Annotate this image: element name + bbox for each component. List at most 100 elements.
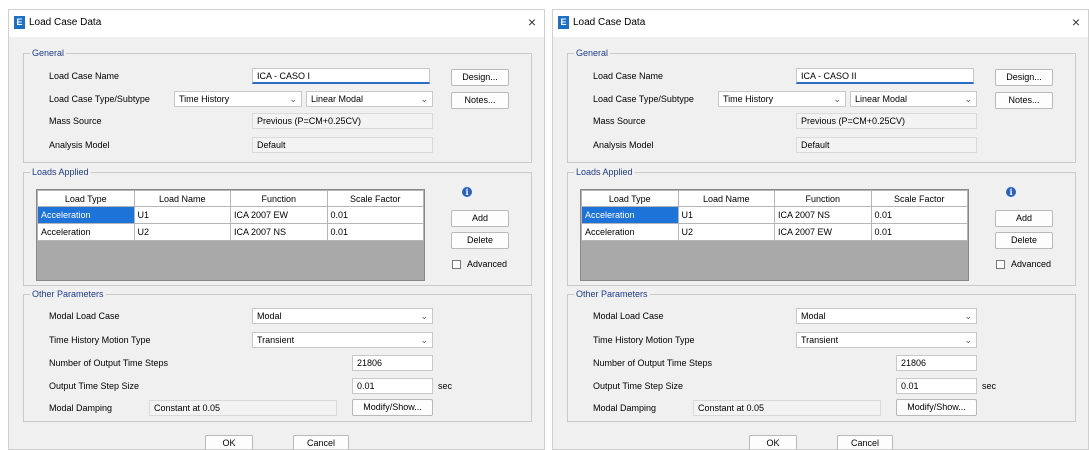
table-cell[interactable]: 0.01	[326, 223, 424, 241]
load-case-subtype-value: Linear Modal	[311, 94, 364, 104]
info-icon[interactable]: i	[462, 187, 472, 197]
load-case-type-select[interactable]: Time History ⌄	[718, 91, 846, 107]
close-icon[interactable]: ×	[1072, 14, 1080, 30]
modal-load-case-select[interactable]: Modal ⌄	[796, 308, 977, 324]
design-button[interactable]: Design...	[451, 69, 509, 86]
advanced-checkbox[interactable]	[452, 260, 461, 269]
other-parameters-group-title: Other Parameters	[574, 289, 650, 299]
column-header[interactable]: Load Type	[37, 190, 135, 207]
chevron-down-icon: ⌄	[420, 311, 428, 321]
output-steps-label: Number of Output Time Steps	[593, 358, 713, 368]
load-case-type-select[interactable]: Time History ⌄	[174, 91, 302, 107]
table-cell[interactable]: Acceleration	[37, 206, 135, 224]
table-header-row: Load Type Load Name Function Scale Facto…	[581, 190, 968, 207]
step-size-input[interactable]: 0.01	[896, 378, 977, 394]
etabs-app-icon: E	[14, 16, 25, 29]
load-case-subtype-select[interactable]: Linear Modal ⌄	[850, 91, 977, 107]
chevron-down-icon: ⌄	[964, 335, 972, 345]
load-case-subtype-select[interactable]: Linear Modal ⌄	[306, 91, 433, 107]
modify-show-button[interactable]: Modify/Show...	[352, 399, 433, 416]
table-cell[interactable]: Acceleration	[581, 206, 679, 224]
etabs-app-icon: E	[558, 16, 569, 29]
delete-button[interactable]: Delete	[451, 232, 509, 249]
output-steps-input[interactable]: 21806	[352, 355, 433, 371]
loads-applied-group: Loads Applied Load Type Load Name Functi…	[23, 167, 532, 286]
loads-table: Load Type Load Name Function Scale Facto…	[36, 189, 425, 281]
column-header[interactable]: Scale Factor	[326, 190, 424, 207]
motion-type-label: Time History Motion Type	[49, 335, 151, 345]
mass-source-field: Previous (P=CM+0.25CV)	[252, 113, 433, 129]
info-icon[interactable]: i	[1006, 187, 1016, 197]
table-row[interactable]: Acceleration U1 ICA 2007 NS 0.01	[581, 206, 968, 224]
design-button[interactable]: Design...	[995, 69, 1053, 86]
modify-show-button[interactable]: Modify/Show...	[896, 399, 977, 416]
cancel-button[interactable]: Cancel	[293, 435, 349, 449]
motion-type-value: Transient	[801, 335, 839, 345]
delete-button[interactable]: Delete	[995, 232, 1053, 249]
motion-type-value: Transient	[257, 335, 295, 345]
title-bar: E Load Case Data ×	[9, 10, 544, 37]
column-header[interactable]: Function	[230, 190, 328, 207]
advanced-checkbox[interactable]	[996, 260, 1005, 269]
other-parameters-group: Other Parameters Modal Load Case Modal ⌄…	[567, 289, 1076, 422]
table-cell[interactable]: U1	[133, 206, 231, 224]
load-case-type-label: Load Case Type/Subtype	[49, 94, 150, 104]
table-row[interactable]: Acceleration U2 ICA 2007 NS 0.01	[37, 223, 424, 241]
table-cell[interactable]: U2	[133, 223, 231, 241]
table-cell[interactable]: 0.01	[870, 206, 968, 224]
table-cell[interactable]: 0.01	[870, 223, 968, 241]
add-button[interactable]: Add	[995, 210, 1053, 227]
step-size-unit: sec	[438, 381, 453, 391]
load-case-dialog-1: E Load Case Data × General Load Case Nam…	[8, 9, 545, 450]
load-case-name-input[interactable]: ICA - CASO I	[252, 68, 430, 84]
analysis-model-field: Default	[252, 137, 433, 153]
table-cell[interactable]: U2	[677, 223, 775, 241]
load-case-name-input[interactable]: ICA - CASO II	[796, 68, 974, 84]
chevron-down-icon: ⌄	[833, 94, 841, 104]
table-cell[interactable]: U1	[677, 206, 775, 224]
chevron-down-icon: ⌄	[289, 94, 297, 104]
table-cell[interactable]: Acceleration	[37, 223, 135, 241]
table-cell[interactable]: ICA 2007 NS	[774, 206, 872, 224]
table-cell[interactable]: ICA 2007 NS	[230, 223, 328, 241]
table-cell[interactable]: 0.01	[326, 206, 424, 224]
mass-source-field: Previous (P=CM+0.25CV)	[796, 113, 977, 129]
general-group: General Load Case Name ICA - CASO I Load…	[23, 48, 532, 163]
add-button[interactable]: Add	[451, 210, 509, 227]
column-header[interactable]: Load Name	[677, 190, 775, 207]
general-group: General Load Case Name ICA - CASO II Loa…	[567, 48, 1076, 163]
ok-button[interactable]: OK	[749, 435, 797, 449]
step-size-input[interactable]: 0.01	[352, 378, 433, 394]
table-cell[interactable]: Acceleration	[581, 223, 679, 241]
motion-type-select[interactable]: Transient ⌄	[252, 332, 433, 348]
mass-source-label: Mass Source	[49, 116, 102, 126]
load-case-name-label: Load Case Name	[593, 71, 664, 81]
notes-button[interactable]: Notes...	[995, 92, 1053, 109]
mass-source-label: Mass Source	[593, 116, 646, 126]
cancel-button[interactable]: Cancel	[837, 435, 893, 449]
close-icon[interactable]: ×	[528, 14, 536, 30]
ok-button[interactable]: OK	[205, 435, 253, 449]
modal-damping-label: Modal Damping	[49, 403, 113, 413]
chevron-down-icon: ⌄	[420, 94, 428, 104]
column-header[interactable]: Scale Factor	[870, 190, 968, 207]
loads-table: Load Type Load Name Function Scale Facto…	[580, 189, 969, 281]
modal-load-case-select[interactable]: Modal ⌄	[252, 308, 433, 324]
column-header[interactable]: Load Name	[133, 190, 231, 207]
advanced-label: Advanced	[1011, 259, 1052, 269]
motion-type-select[interactable]: Transient ⌄	[796, 332, 977, 348]
table-cell[interactable]: ICA 2007 EW	[230, 206, 328, 224]
column-header[interactable]: Function	[774, 190, 872, 207]
table-row[interactable]: Acceleration U1 ICA 2007 EW 0.01	[37, 206, 424, 224]
load-case-subtype-value: Linear Modal	[855, 94, 908, 104]
notes-button[interactable]: Notes...	[451, 92, 509, 109]
general-group-title: General	[30, 48, 67, 58]
loads-applied-group-title: Loads Applied	[30, 167, 91, 177]
column-header[interactable]: Load Type	[581, 190, 679, 207]
table-row[interactable]: Acceleration U2 ICA 2007 EW 0.01	[581, 223, 968, 241]
table-cell[interactable]: ICA 2007 EW	[774, 223, 872, 241]
dialog-title: Load Case Data	[573, 17, 646, 28]
analysis-model-label: Analysis Model	[49, 140, 110, 150]
chevron-down-icon: ⌄	[420, 335, 428, 345]
output-steps-input[interactable]: 21806	[896, 355, 977, 371]
